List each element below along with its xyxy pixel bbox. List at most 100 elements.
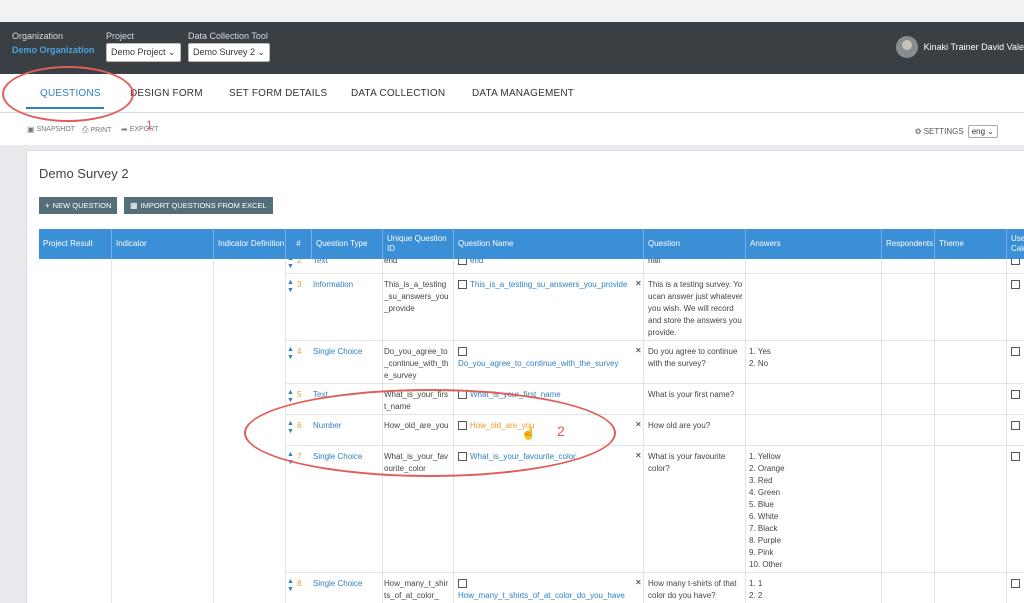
close-icon[interactable]: ✕ [635,420,642,429]
col-number[interactable]: # [285,229,311,259]
app-header: Organization Demo Organization Project D… [0,22,1024,74]
use-calc-checkbox[interactable] [1011,259,1020,266]
language-select[interactable]: eng ⌄ [967,125,998,138]
gear-icon[interactable]: ⚙ [915,127,922,136]
settings-area: ⚙ SETTINGS eng ⌄ [915,125,998,138]
close-icon[interactable]: ✕ [635,279,642,288]
column-divider [213,259,214,603]
question-name-link[interactable]: Do_you_agree_to_continue_with_the_survey [458,359,619,368]
use-calc-checkbox[interactable] [1011,347,1020,357]
use-calc-checkbox[interactable] [1011,452,1020,462]
reorder-arrows-icon[interactable]: ▲▼ [287,346,295,362]
answer-item: 1. 1 [749,579,763,588]
tab-data-collection[interactable]: DATA COLLECTION [351,88,445,99]
answer-item: 6. White [749,512,779,521]
snapshot-button[interactable]: ▣ SNAPSHOT [27,125,75,134]
organization-link[interactable]: Demo Organization [12,45,95,55]
row-number: ▲ ▼ 3 [287,279,302,295]
unique-question-id: How_many_t_shirts_of_at_color_ [384,579,449,600]
use-calc-checkbox[interactable] [1011,579,1020,589]
close-icon[interactable]: ✕ [635,578,642,587]
tabs-bar: QUESTIONS DESIGN FORM SET FORM DETAILS D… [0,74,1024,113]
question-name: end [458,259,643,267]
col-respondents[interactable]: Respondents [881,229,934,259]
camera-icon: ▣ [27,125,35,134]
tab-set-form-details[interactable]: SET FORM DETAILS [229,88,327,99]
question-text: How many t-shirts of that color do you h… [648,579,737,600]
reorder-arrows-icon[interactable]: ▲▼ [287,259,295,271]
table-header: Project Result Indicator Indicator Defin… [39,229,1024,259]
project-group: Project Demo Project ⌄ [106,31,181,62]
annotation-circle-questions-tab [2,66,134,122]
project-select-value: Demo Project [111,47,166,57]
unique-question-id: Do_you_agree_to_continue_with_the_survey [384,347,449,380]
col-question-type[interactable]: Question Type [311,229,382,259]
col-question-name[interactable]: Question Name [453,229,643,259]
use-calc-cell [1011,346,1023,358]
row-checkbox[interactable] [458,579,467,589]
answer-item: 2. Orange [749,464,785,473]
table-row: ▲ ▼ 4 Single Choice Do_you_agree_to_contin… [285,340,1024,384]
answer-item: 10. Other [749,560,783,569]
row-checkbox[interactable] [458,259,467,266]
question-name-link[interactable]: How_many_t_shirts_of_at_color_do_you_hav… [458,591,625,600]
question-text: What is your favourite color? [648,452,726,473]
tab-design-form[interactable]: DESIGN FORM [130,88,203,99]
settings-link[interactable]: SETTINGS [924,127,964,136]
col-indicator-definition[interactable]: Indicator Definition [213,229,285,259]
organization-group: Organization Demo Organization [12,31,95,55]
row-number: ▲▼2 [287,259,301,271]
question-name: How_many_t_shirts_of_at_color_do_you_hav… [458,578,643,602]
use-calc-cell [1011,420,1023,432]
close-icon[interactable]: ✕ [635,451,642,460]
new-question-button[interactable]: + NEW QUESTION [39,197,118,214]
app-shell: Organization Demo Organization Project D… [0,0,1024,603]
share-icon: ➦ [121,125,128,134]
use-calc-checkbox[interactable] [1011,390,1020,400]
col-unique-question-id[interactable]: Unique Question ID [382,229,453,259]
tool-select[interactable]: Demo Survey 2 ⌄ [188,43,271,62]
row-number: ▲ ▼ 8 [287,578,302,594]
col-project-result[interactable]: Project Result [39,229,111,259]
col-use-calc[interactable]: Use Calc [1006,229,1024,259]
question-type[interactable]: Single Choice [313,346,362,358]
organization-label: Organization [12,31,64,41]
question-type[interactable]: Information [313,279,353,291]
user-menu[interactable]: Kinaki Trainer David Vale [895,36,1024,58]
question-text: half [648,259,661,265]
row-checkbox[interactable] [458,347,467,357]
row-number: ▲ ▼ 4 [287,346,302,362]
col-question[interactable]: Question [643,229,745,259]
print-icon: ⎙ [82,125,89,134]
new-question-label: NEW QUESTION [52,201,112,210]
question-name-link[interactable]: This_is_a_testing_su_answers_you_provide [470,280,627,289]
close-icon[interactable]: ✕ [635,346,642,355]
question-type[interactable]: Text [313,259,328,267]
use-calc-cell [1011,389,1023,401]
tool-select-value: Demo Survey 2 [193,47,256,57]
answer-item: 7. Black [749,524,778,533]
answer-item: 4. Green [749,488,781,497]
answer-item: 5. Blue [749,500,774,509]
print-button[interactable]: ⎙ PRINT [82,125,111,135]
chevron-down-icon: ⌄ [257,47,266,57]
user-name: Kinaki Trainer David Vale [923,42,1024,52]
reorder-arrows-icon[interactable]: ▲▼ [287,279,295,295]
col-indicator[interactable]: Indicator [111,229,213,259]
use-calc-cell [1011,578,1023,590]
use-calc-checkbox[interactable] [1011,421,1020,431]
project-select[interactable]: Demo Project ⌄ [106,43,181,62]
row-checkbox[interactable] [458,280,467,290]
import-questions-button[interactable]: ▦ IMPORT QUESTIONS FROM EXCEL [124,197,273,214]
col-answers[interactable]: Answers [745,229,881,259]
reorder-arrows-icon[interactable]: ▲▼ [287,578,295,594]
answer-item: 9. Pink [749,548,774,557]
plus-icon: + [45,201,50,210]
col-theme[interactable]: Theme [934,229,1006,259]
use-calc-checkbox[interactable] [1011,280,1020,290]
import-questions-label: IMPORT QUESTIONS FROM EXCEL [140,201,267,210]
answers-list: 1. Yellow 2. Orange 3. Red 4. Green 5. B… [749,451,869,571]
tab-data-management[interactable]: DATA MANAGEMENT [472,88,574,99]
question-name-link[interactable]: end [470,259,483,265]
question-type[interactable]: Single Choice [313,578,362,590]
